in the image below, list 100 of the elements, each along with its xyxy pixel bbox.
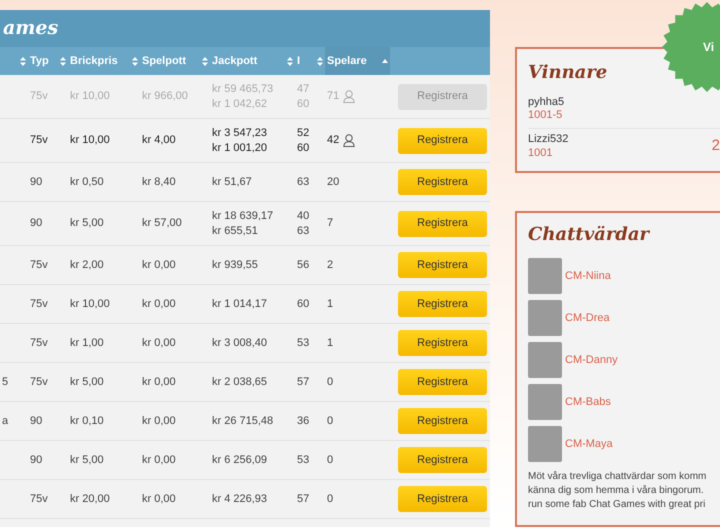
- table-cell: 75v: [30, 492, 48, 505]
- card-title: Vinnare: [528, 61, 608, 85]
- register-button[interactable]: Registrera: [398, 169, 487, 195]
- host-description: Möt våra trevliga chattvärdar som komm känna dig som hemma i våra bingorum. run some fab Chat Games with great pri: [528, 470, 706, 512]
- table-cell: kr 0,00: [142, 336, 176, 349]
- table-cell: kr 4,00: [142, 134, 176, 146]
- table-cell: kr 0,00: [142, 492, 176, 505]
- sort-icon[interactable]: [60, 56, 66, 66]
- table-cell: kr 10,00: [70, 134, 110, 146]
- sort-icon[interactable]: [317, 56, 323, 66]
- table-cell: 75v: [30, 90, 48, 102]
- register-button[interactable]: Registrera: [398, 408, 487, 434]
- register-button[interactable]: Registrera: [398, 330, 487, 356]
- table-cell: 75v: [30, 258, 48, 271]
- badge-text: Vi: [703, 39, 714, 56]
- table-cell: kr 0,00: [142, 454, 176, 466]
- table-cell: kr 5,00: [70, 376, 104, 388]
- table-cell-text: 36: [297, 414, 310, 428]
- table-cell: 75v: [30, 298, 48, 310]
- table-cell-text: 0: [327, 452, 334, 468]
- table-cell-text: 53: [297, 452, 310, 468]
- table-cell: kr 966,00: [142, 90, 188, 102]
- avatar-placeholder: [528, 384, 562, 420]
- table-cell: kr 5,00: [70, 454, 104, 466]
- table-cell-text: 40 63: [297, 208, 310, 238]
- table-cell: kr 5,00: [70, 217, 104, 230]
- winner-number: 1001-5: [528, 109, 564, 122]
- table-cell: kr 0,00: [142, 258, 176, 271]
- panel-title-text: ames: [3, 17, 58, 39]
- table-cell-text: 56: [297, 258, 310, 272]
- sort-icon[interactable]: [20, 56, 26, 66]
- register-button[interactable]: Registrera: [398, 486, 487, 512]
- register-button[interactable]: Registrera: [398, 128, 487, 154]
- winner-amount: 2: [712, 136, 720, 156]
- table-cell-text: kr 4 226,93: [212, 492, 268, 506]
- table-cell: 5: [2, 376, 8, 388]
- table-cell-text: kr 3 008,40: [212, 336, 268, 350]
- table-cell-text: 63: [297, 174, 310, 190]
- table-cell: 90: [30, 217, 42, 230]
- table-cell-text: 20: [327, 174, 340, 190]
- table-cell: kr 8,40: [142, 176, 176, 188]
- avatar-placeholder: [528, 342, 562, 378]
- register-button[interactable]: Registrera: [398, 210, 487, 236]
- table-cell: kr 0,10: [70, 414, 104, 427]
- column-header[interactable]: Typ: [30, 52, 49, 70]
- table-cell-text: 2: [327, 258, 334, 273]
- sort-icon[interactable]: [287, 56, 293, 66]
- table-cell-text: 0: [327, 492, 334, 507]
- register-button[interactable]: Registrera: [398, 291, 487, 317]
- table-cell-text: kr 59 465,73 kr 1 042,62: [212, 82, 274, 112]
- table-cell-text: kr 18 639,17 kr 655,51: [212, 208, 274, 238]
- table-cell: kr 57,00: [142, 217, 182, 230]
- table-cell: kr 20,00: [70, 492, 110, 505]
- table-cell-text: 57: [297, 492, 310, 506]
- column-header[interactable]: Brickpris: [70, 52, 118, 70]
- sort-icon[interactable]: [202, 56, 208, 66]
- table-cell: kr 0,00: [142, 298, 176, 310]
- host-link[interactable]: CM-Niina: [565, 268, 611, 284]
- table-cell: kr 2,00: [70, 258, 104, 271]
- table-cell-text: 52 60: [297, 126, 310, 156]
- table-cell-text: 71: [327, 89, 340, 104]
- table-cell-text: kr 2 038,65: [212, 374, 268, 390]
- table-cell-text: kr 939,55: [212, 258, 259, 272]
- table-cell: 75v: [30, 134, 48, 146]
- host-link[interactable]: CM-Babs: [565, 394, 611, 410]
- sort-ascending-icon[interactable]: [382, 59, 388, 63]
- table-cell-text: 47 60: [297, 82, 310, 112]
- winner-name: pyhha5: [528, 96, 564, 110]
- table-cell-text: 0: [327, 414, 334, 429]
- table-cell: 75v: [30, 336, 48, 349]
- table-cell-text: 7: [327, 216, 334, 232]
- table-cell: a: [2, 414, 8, 427]
- table-cell-text: 1: [327, 336, 334, 351]
- table-cell-text: kr 26 715,48: [212, 414, 274, 428]
- table-cell: kr 10,00: [70, 298, 110, 310]
- register-button[interactable]: Registrera: [398, 252, 487, 278]
- column-header[interactable]: Jackpott: [212, 52, 258, 70]
- avatar-placeholder: [528, 300, 562, 336]
- avatar-placeholder: [528, 426, 562, 462]
- table-cell: kr 10,00: [70, 90, 110, 102]
- host-link[interactable]: CM-Drea: [565, 310, 610, 326]
- table-cell-text: 60: [297, 296, 310, 312]
- table-cell-text: 57: [297, 374, 310, 390]
- column-header[interactable]: I: [297, 52, 300, 70]
- host-link[interactable]: CM-Danny: [565, 352, 618, 368]
- table-cell: 90: [30, 176, 42, 188]
- winner-name: Lizzi532: [528, 133, 568, 147]
- register-button[interactable]: Registrera: [398, 447, 487, 473]
- column-header[interactable]: Spelpott: [142, 52, 186, 70]
- table-cell: kr 0,00: [142, 414, 176, 427]
- table-cell: kr 0,00: [142, 376, 176, 388]
- table-cell-text: 53: [297, 336, 310, 350]
- table-cell-text: 42: [327, 133, 340, 148]
- register-button[interactable]: Registrera: [398, 369, 487, 395]
- table-cell: 90: [30, 414, 42, 427]
- table-cell: 75v: [30, 376, 48, 388]
- sort-icon[interactable]: [132, 56, 138, 66]
- winner-number: 1001: [528, 146, 554, 160]
- host-link[interactable]: CM-Maya: [565, 436, 613, 452]
- card-title: Chattvärdar: [528, 223, 651, 247]
